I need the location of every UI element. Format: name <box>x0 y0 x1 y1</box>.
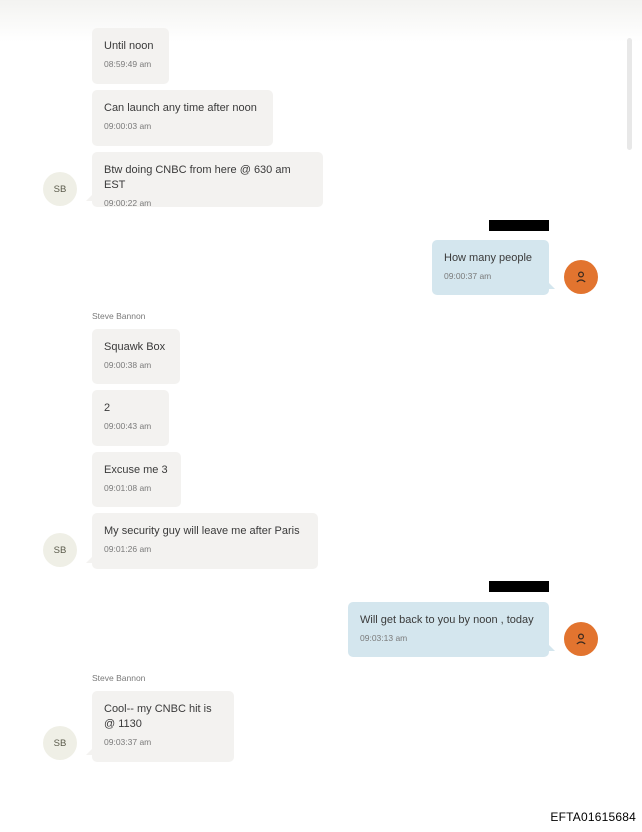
bubble-tail <box>549 645 555 651</box>
message-timestamp: 09:00:43 am <box>104 421 152 431</box>
message-text: Excuse me 3 <box>104 464 168 476</box>
sender-avatar[interactable]: SB <box>43 533 77 567</box>
message-timestamp: 09:03:37 am <box>104 737 152 747</box>
message-bubble-incoming: My security guy will leave me after Pari… <box>92 513 318 569</box>
message-text: Can launch any time after noon <box>104 102 257 114</box>
message-bubble-outgoing: How many people 09:00:37 am <box>432 240 549 295</box>
message-text: My security guy will leave me after Pari… <box>104 525 300 537</box>
message-timestamp: 09:03:13 am <box>360 633 408 643</box>
message-text: How many people <box>444 252 533 264</box>
own-avatar[interactable] <box>564 622 598 656</box>
message-timestamp: 09:00:03 am <box>104 121 152 131</box>
sender-avatar[interactable]: SB <box>43 726 77 760</box>
message-timestamp: 09:00:22 am <box>104 198 152 208</box>
own-avatar[interactable] <box>564 260 598 294</box>
message-bubble-incoming: Btw doing CNBC from here @ 630 am EST 09… <box>92 152 323 208</box>
bubble-tail <box>86 749 92 755</box>
message-text: Cool-- my CNBC hit is @ 1130 <box>104 703 212 730</box>
sender-initials: SB <box>53 183 67 195</box>
message-timestamp: 08:59:49 am <box>104 59 152 69</box>
document-id: EFTA01615684 <box>550 810 636 824</box>
message-timestamp: 09:00:37 am <box>444 271 492 281</box>
scrollbar[interactable] <box>627 38 632 150</box>
redaction-bar <box>489 581 549 592</box>
sender-avatar[interactable]: SB <box>43 172 77 206</box>
message-timestamp: 09:01:08 am <box>104 483 152 493</box>
message-text: Will get back to you by noon , today <box>360 614 534 626</box>
user-icon <box>576 271 586 283</box>
message-text: Btw doing CNBC from here @ 630 am EST <box>104 164 291 191</box>
user-icon <box>576 633 586 645</box>
bubble-tail <box>86 557 92 563</box>
message-timestamp: 09:00:38 am <box>104 360 152 370</box>
bubble-tail <box>549 283 555 289</box>
bubble-tail <box>86 195 92 201</box>
message-bubble-incoming: Squawk Box 09:00:38 am <box>92 329 180 384</box>
sender-name: Steve Bannon <box>92 673 146 683</box>
message-timestamp: 09:01:26 am <box>104 544 152 554</box>
message-bubble-incoming: Until noon 08:59:49 am <box>92 28 169 84</box>
message-bubble-outgoing: Will get back to you by noon , today 09:… <box>348 602 549 657</box>
message-bubble-incoming: Can launch any time after noon 09:00:03 … <box>92 90 273 146</box>
message-text: 2 <box>104 402 111 414</box>
sender-initials: SB <box>53 737 67 749</box>
message-bubble-incoming: Excuse me 3 09:01:08 am <box>92 452 181 507</box>
message-text: Until noon <box>104 40 154 52</box>
redaction-bar <box>489 220 549 231</box>
message-bubble-incoming: Cool-- my CNBC hit is @ 1130 09:03:37 am <box>92 691 234 762</box>
message-text: Squawk Box <box>104 341 166 353</box>
sender-name: Steve Bannon <box>92 311 146 321</box>
sender-initials: SB <box>53 544 67 556</box>
message-bubble-incoming: 2 09:00:43 am <box>92 390 169 446</box>
